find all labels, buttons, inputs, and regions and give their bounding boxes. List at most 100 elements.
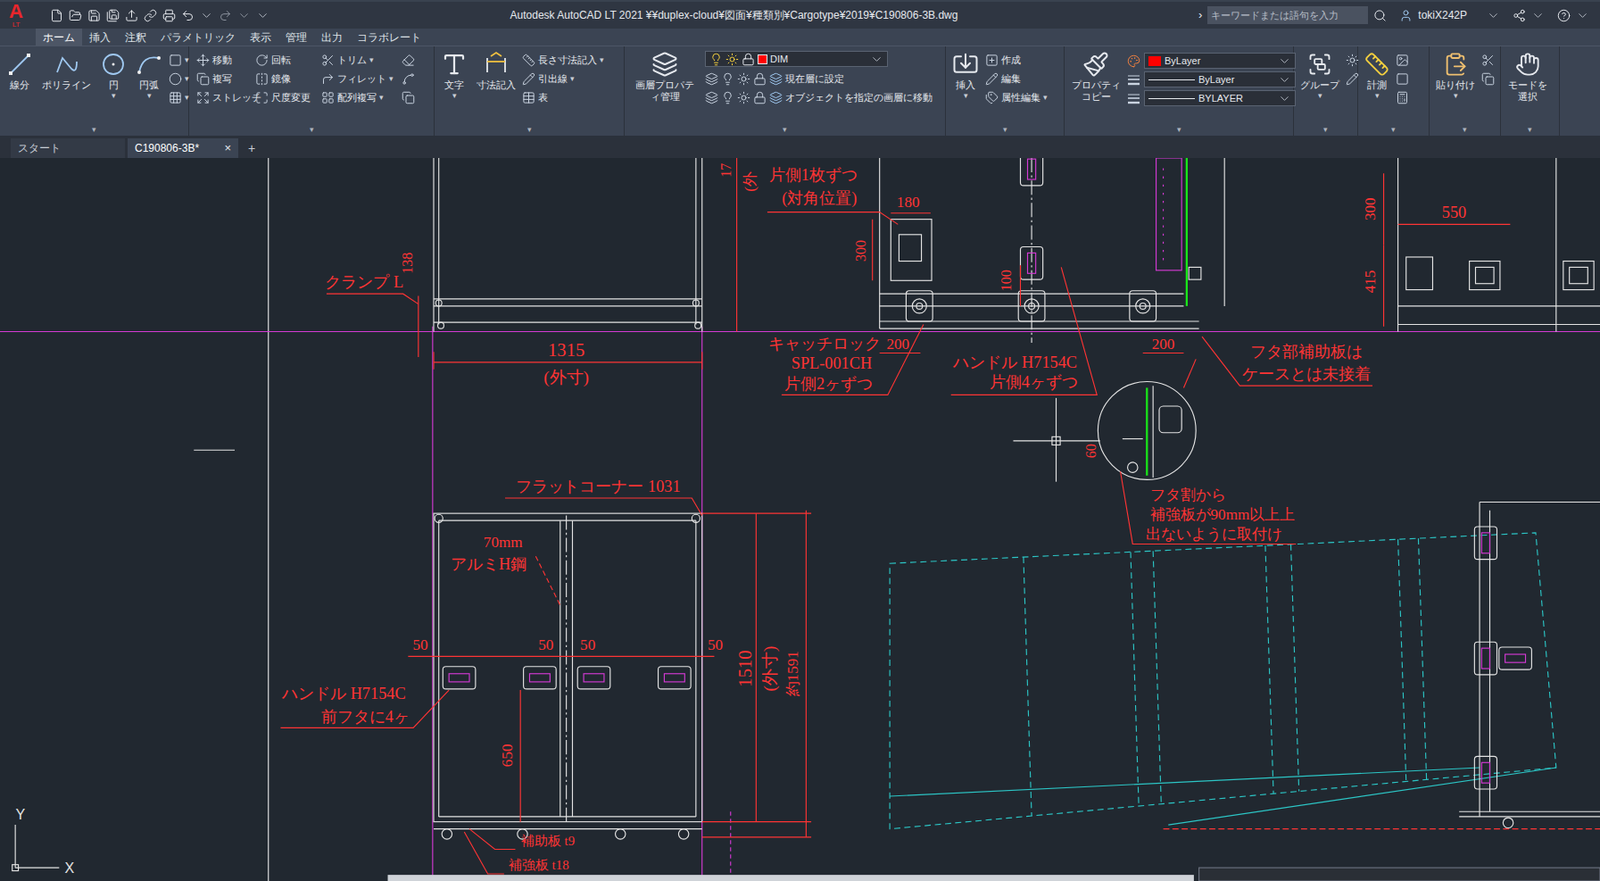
group-tool[interactable]: グループ▾ [1297, 49, 1343, 100]
modify-tool[interactable]: トリム▾ [321, 50, 398, 70]
annotation-text[interactable]: 200 [886, 335, 910, 353]
annotation-text[interactable]: 出ないように取付け [1145, 525, 1283, 543]
annotation-text[interactable]: 300 [853, 240, 869, 262]
app-logo[interactable]: ALT [3, 2, 29, 29]
user-name[interactable]: tokiX242P [1417, 7, 1468, 24]
annotation-text[interactable]: フラットコーナー 1031 [515, 477, 681, 496]
annotation-text[interactable]: 200 [1152, 335, 1176, 353]
copy-clip-tool[interactable] [1481, 69, 1495, 89]
layer-action[interactable]: オブジェクトを指定の画層に移動 [704, 88, 933, 108]
annotation-text[interactable]: 50 [413, 636, 429, 654]
annotation-text[interactable]: 17 [718, 163, 734, 178]
text-tool[interactable]: 文字▾ [438, 49, 471, 100]
annotation-text[interactable]: 60 [1083, 443, 1099, 458]
paste-tool[interactable]: 貼り付け▾ [1433, 49, 1478, 100]
annotation-text[interactable]: (対角位置) [781, 189, 857, 208]
draw-tool[interactable]: 円弧▾ [132, 49, 166, 100]
annotation-text[interactable]: 片側1枚ずつ [769, 165, 858, 184]
modify-tool[interactable]: 尺度変更 [255, 88, 320, 108]
modify-tool[interactable]: 配列複写▾ [321, 88, 398, 108]
select-mode[interactable]: モードを選択 [1504, 49, 1551, 103]
search-input[interactable] [1207, 6, 1368, 25]
panel-expand[interactable]: ▾ [1358, 123, 1429, 136]
block-tool[interactable]: 属性編集▾ [985, 88, 1048, 108]
panel-expand[interactable]: ▾ [624, 123, 946, 136]
close-tab-button[interactable]: × [223, 139, 232, 158]
panel-expand[interactable]: ▾ [1293, 123, 1358, 136]
annotation-text[interactable]: 約1591 [784, 650, 802, 697]
insert-tool[interactable]: 挿入▾ [949, 49, 982, 100]
panel-expand[interactable]: ▾ [945, 123, 1064, 136]
annotation-text[interactable]: キャッチロック [768, 334, 881, 353]
id-point-tool[interactable] [1395, 69, 1410, 89]
layer-action[interactable]: 現在層に設定 [704, 69, 933, 89]
ribbon-tab[interactable]: パラメトリック [153, 28, 243, 46]
offset-tool[interactable] [401, 88, 415, 108]
match-properties[interactable]: プロパティコピー [1068, 49, 1124, 103]
ribbon-tab[interactable]: 注釈 [117, 28, 154, 46]
modify-tool[interactable]: 回転 [255, 50, 320, 70]
annotation-text[interactable]: フタ部補助板は [1250, 342, 1363, 361]
new-tab-button[interactable]: + [240, 138, 263, 158]
annotation-text[interactable]: 415 [1361, 270, 1379, 294]
block-tool[interactable]: 編集 [985, 69, 1048, 89]
quick-select-tool[interactable] [1395, 50, 1410, 70]
annotation-text[interactable]: 片側2ヶずつ [784, 374, 873, 393]
rectangle-tool[interactable]: ▾ [168, 50, 190, 70]
panel-expand[interactable]: ▾ [1500, 123, 1559, 136]
draw-tool[interactable]: ポリライン [39, 49, 94, 92]
ribbon-tab[interactable]: 表示 [242, 28, 279, 46]
dimension-tool[interactable]: 寸法記入 [473, 49, 519, 92]
annotation-text[interactable]: 1510 [735, 649, 755, 687]
document-tab[interactable]: C190806-3B*× [127, 138, 239, 158]
annotation-text[interactable]: 300 [1361, 197, 1379, 221]
annotation-text[interactable]: フタ割から [1150, 486, 1227, 504]
layer-dropdown[interactable]: DIM [704, 50, 888, 67]
annotation-text[interactable]: 138 [399, 252, 415, 274]
panel-expand[interactable]: ▾ [0, 123, 189, 136]
annotation-text[interactable]: 180 [896, 193, 921, 211]
annotation-text[interactable]: 前フタに4ヶ [321, 707, 410, 726]
ribbon-tab[interactable]: ホーム [35, 28, 83, 46]
explode-tool[interactable] [401, 69, 415, 89]
panel-expand[interactable]: ▾ [434, 123, 624, 136]
layer-properties[interactable]: 画層プロパティ管理 [628, 49, 702, 103]
annotation-text[interactable]: ハンドル H7154C [952, 353, 1078, 372]
annotation-text[interactable]: 50 [538, 636, 554, 654]
modify-tool[interactable]: ストレッチ [196, 88, 254, 108]
panel-expand[interactable]: ▾ [1429, 123, 1501, 136]
draw-tool[interactable]: 円▾ [97, 49, 130, 100]
ellipse-tool[interactable]: ▾ [168, 69, 190, 89]
annotation-text[interactable]: SPL-001CH [791, 354, 872, 373]
annotation-text[interactable]: 補助板 t9 [521, 833, 575, 848]
modify-tool[interactable]: 移動 [196, 50, 254, 70]
annotation-text[interactable]: 650 [498, 743, 516, 767]
color-dropdown[interactable]: ByLayer [1144, 52, 1296, 69]
horizontal-scrollbar[interactable] [388, 867, 1600, 881]
search-expand[interactable]: › [1198, 6, 1203, 25]
annotation-text[interactable]: クランプ L [324, 273, 404, 291]
model-space[interactable]: 17(外片側1枚ずつ(対角位置)180300138クランプ L1315(外寸)キ… [0, 157, 1600, 881]
annotation-tool[interactable]: 引出線▾ [522, 69, 605, 89]
ribbon-tab[interactable]: コラボレート [349, 28, 429, 46]
ribbon-tab[interactable]: 挿入 [82, 28, 118, 46]
annotation-text[interactable]: アルミH鋼 [450, 555, 527, 573]
annotation-text[interactable]: 1315 [547, 339, 585, 360]
group-edit-tool[interactable] [1345, 69, 1360, 89]
annotation-text[interactable]: 片側4ヶずつ [989, 373, 1078, 391]
annotation-text[interactable]: 100 [998, 269, 1014, 291]
draw-tool[interactable]: 線分 [3, 49, 36, 92]
ribbon-tab[interactable]: 出力 [314, 28, 350, 46]
calculator-tool[interactable] [1395, 88, 1410, 108]
annotation-text[interactable]: 70mm [483, 533, 523, 551]
lineweight-dropdown[interactable]: ByLayer [1144, 71, 1296, 88]
annotation-text[interactable]: 50 [580, 636, 596, 654]
block-tool[interactable]: 作成 [985, 50, 1048, 70]
annotation-text[interactable]: (外 [741, 171, 759, 192]
annotation-text[interactable]: 補強板 t18 [508, 857, 570, 872]
modify-tool[interactable]: 複写 [196, 69, 254, 89]
modify-tool[interactable]: フィレット▾ [321, 69, 398, 89]
hatch-tool[interactable]: ▾ [168, 88, 190, 108]
annotation-tool[interactable]: 表 [522, 88, 605, 108]
panel-expand[interactable]: ▾ [1064, 123, 1294, 136]
